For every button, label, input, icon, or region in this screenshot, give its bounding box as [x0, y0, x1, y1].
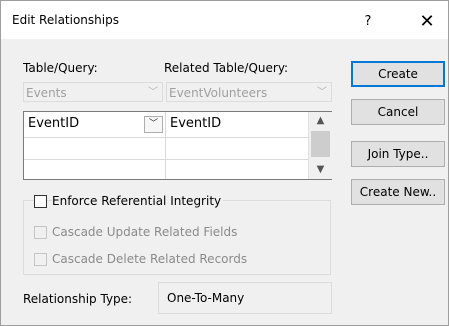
grid-vertical-scrollbar[interactable]: ▲ ▼ [308, 112, 332, 179]
chevron-down-icon: ﹀ [148, 119, 158, 129]
help-button[interactable]: ? [356, 10, 380, 34]
title-bar: Edit Relationships ? ✕ [1, 1, 448, 39]
cancel-button[interactable]: Cancel [351, 99, 445, 125]
dialog-title: Edit Relationships [12, 13, 119, 27]
field-mapping-grid[interactable]: EventID ﹀ EventID ▲ ▼ [23, 111, 332, 180]
create-button[interactable]: Create [351, 61, 445, 87]
enforce-integrity-checkbox[interactable] [34, 194, 47, 208]
related-table-query-combo: EventVolunteers ﹀ [166, 82, 332, 102]
grid-cell-right-2[interactable] [166, 160, 308, 179]
join-type-button[interactable]: Join Type.. [351, 141, 445, 167]
scroll-up-icon[interactable]: ▲ [309, 112, 332, 129]
cascade-update-checkbox-row: Cascade Update Related Fields [34, 225, 240, 239]
table-query-label: Table/Query: [23, 61, 98, 75]
grid-cell-right-0-text: EventID [170, 116, 222, 131]
grid-column-divider [165, 112, 166, 179]
chevron-down-icon: ﹀ [317, 87, 327, 98]
cascade-delete-checkbox-row: Cascade Delete Related Records [34, 252, 250, 266]
cascade-delete-checkbox [34, 252, 47, 266]
grid-cell-left-1[interactable] [24, 138, 165, 160]
grid-cell-right-0[interactable]: EventID [166, 114, 308, 136]
related-table-query-label: Related Table/Query: [164, 61, 289, 75]
cascade-update-label: Cascade Update Related Fields [52, 225, 240, 239]
field-dropdown-button[interactable]: ﹀ [144, 116, 163, 133]
relationship-type-text: One-To-Many [167, 291, 245, 305]
relationship-type-label: Relationship Type: [23, 292, 133, 306]
close-button[interactable]: ✕ [413, 10, 441, 34]
cascade-delete-label: Cascade Delete Related Records [52, 252, 250, 266]
create-new-button[interactable]: Create New.. [351, 179, 445, 205]
cascade-update-checkbox [34, 225, 47, 239]
scrollbar-thumb[interactable] [311, 131, 330, 157]
edit-relationships-dialog: Edit Relationships ? ✕ Table/Query: Rela… [0, 0, 449, 326]
scroll-down-icon[interactable]: ▼ [309, 161, 332, 178]
grid-cell-right-1[interactable] [166, 138, 308, 160]
chevron-down-icon: ﹀ [148, 87, 158, 98]
related-table-query-value: EventVolunteers [169, 86, 268, 100]
grid-cell-left-2[interactable] [24, 160, 165, 179]
grid-row-divider [24, 159, 308, 160]
relationship-type-value: One-To-Many [158, 282, 332, 314]
enforce-integrity-checkbox-row[interactable]: Enforce Referential Integrity [34, 194, 224, 208]
grid-cell-left-0-text: EventID [28, 116, 80, 131]
grid-row-divider [24, 137, 308, 138]
table-query-value: Events [26, 86, 67, 100]
table-query-combo: Events ﹀ [23, 82, 163, 102]
enforce-integrity-label[interactable]: Enforce Referential Integrity [52, 194, 224, 208]
